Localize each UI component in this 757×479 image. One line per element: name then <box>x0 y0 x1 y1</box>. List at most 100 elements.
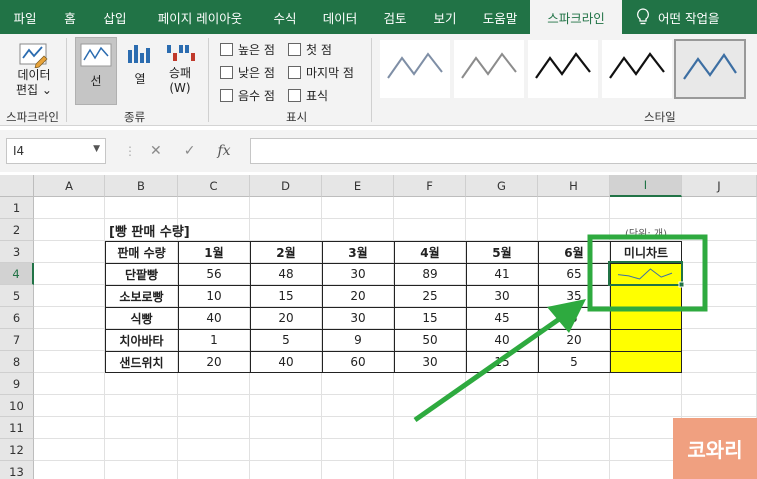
chk-high-point[interactable]: 높은 점 <box>220 41 275 58</box>
sheet-title[interactable]: [빵 판매 수량] <box>105 219 305 241</box>
table-header-cell[interactable]: 6월 <box>538 241 610 263</box>
table-cell[interactable]: 10 <box>178 285 250 307</box>
table-cell[interactable]: 48 <box>250 263 322 285</box>
type-line-button[interactable]: 선 <box>75 37 117 105</box>
chk-markers[interactable]: 표식 <box>288 87 328 104</box>
tab-view[interactable]: 보기 <box>420 0 470 34</box>
tab-file[interactable]: 파일 <box>0 0 50 34</box>
row-header-2[interactable]: 2 <box>0 219 34 241</box>
table-cell[interactable]: 1 <box>178 329 250 351</box>
type-column-button[interactable]: 열 <box>120 40 160 108</box>
tab-home[interactable]: 홈 <box>50 0 90 34</box>
table-header-cell[interactable]: 1월 <box>178 241 250 263</box>
chk-first-point[interactable]: 첫 점 <box>288 41 332 58</box>
table-row-label[interactable]: 샌드위치 <box>105 351 178 373</box>
column-header-J[interactable]: J <box>682 175 757 197</box>
column-header-B[interactable]: B <box>105 175 178 197</box>
chk-low-point[interactable]: 낮은 점 <box>220 64 275 81</box>
table-cell[interactable]: 5 <box>538 351 610 373</box>
table-cell[interactable]: 15 <box>250 285 322 307</box>
tab-formulas[interactable]: 수식 <box>260 0 310 34</box>
row-header-4[interactable]: 4 <box>0 263 34 285</box>
column-header-H[interactable]: H <box>538 175 610 197</box>
table-cell[interactable]: 20 <box>538 329 610 351</box>
sparkline-style-1[interactable] <box>380 40 450 98</box>
sparkline-style-4[interactable] <box>602 40 672 98</box>
table-header-cell[interactable]: 미니차트 <box>610 241 682 263</box>
table-row-label[interactable]: 소보로빵 <box>105 285 178 307</box>
table-cell[interactable]: 15 <box>394 307 466 329</box>
table-cell[interactable]: 41 <box>466 263 538 285</box>
row-header-10[interactable]: 10 <box>0 395 34 417</box>
row-header-11[interactable]: 11 <box>0 417 34 439</box>
column-header-C[interactable]: C <box>178 175 250 197</box>
table-cell[interactable]: 89 <box>394 263 466 285</box>
column-header-G[interactable]: G <box>466 175 538 197</box>
table-cell[interactable]: 40 <box>250 351 322 373</box>
row-header-9[interactable]: 9 <box>0 373 34 395</box>
sparkline-style-3[interactable] <box>528 40 598 98</box>
table-header-cell[interactable]: 5월 <box>466 241 538 263</box>
chk-negative-point[interactable]: 음수 점 <box>220 87 275 104</box>
table-cell[interactable]: 5 <box>250 329 322 351</box>
table-cell[interactable]: 5 <box>538 307 610 329</box>
table-cell[interactable]: 30 <box>466 285 538 307</box>
table-cell[interactable]: 50 <box>394 329 466 351</box>
table-header-cell[interactable]: 4월 <box>394 241 466 263</box>
edit-data-button[interactable]: 데이터 편집 ⌄ <box>10 40 58 108</box>
row-header-3[interactable]: 3 <box>0 241 34 263</box>
column-header-A[interactable]: A <box>34 175 105 197</box>
row-header-12[interactable]: 12 <box>0 439 34 461</box>
table-header-cell[interactable]: 2월 <box>250 241 322 263</box>
row-header-7[interactable]: 7 <box>0 329 34 351</box>
table-cell[interactable]: 35 <box>538 285 610 307</box>
row-header-6[interactable]: 6 <box>0 307 34 329</box>
table-cell[interactable]: 45 <box>466 307 538 329</box>
name-box[interactable]: I4 ▼ <box>6 138 106 164</box>
sparkline-style-2[interactable] <box>454 40 524 98</box>
table-row-label[interactable]: 치아바타 <box>105 329 178 351</box>
table-row-label[interactable]: 단팥빵 <box>105 263 178 285</box>
chk-last-point[interactable]: 마지막 점 <box>288 64 354 81</box>
table-cell[interactable]: 9 <box>322 329 394 351</box>
row-header-5[interactable]: 5 <box>0 285 34 307</box>
cancel-icon[interactable]: ✕ <box>150 143 162 159</box>
sparkline-style-5-selected[interactable] <box>674 39 746 99</box>
table-cell[interactable]: 56 <box>178 263 250 285</box>
select-all-corner[interactable] <box>0 175 34 197</box>
table-cell[interactable]: 20 <box>322 285 394 307</box>
table-cell[interactable]: 60 <box>322 351 394 373</box>
column-header-E[interactable]: E <box>322 175 394 197</box>
table-cell[interactable]: 65 <box>538 263 610 285</box>
tab-insert[interactable]: 삽입 <box>90 0 140 34</box>
tab-page-layout[interactable]: 페이지 레이아웃 <box>140 0 260 34</box>
tab-review[interactable]: 검토 <box>370 0 420 34</box>
table-cell[interactable]: 40 <box>178 307 250 329</box>
column-header-D[interactable]: D <box>250 175 322 197</box>
row-header-13[interactable]: 13 <box>0 461 34 479</box>
table-cell[interactable]: 25 <box>394 285 466 307</box>
tell-me-search[interactable]: 어떤 작업을 <box>622 0 719 34</box>
table-row-label[interactable]: 식빵 <box>105 307 178 329</box>
formula-input[interactable] <box>250 138 757 164</box>
table-cell[interactable]: 20 <box>250 307 322 329</box>
row-header-1[interactable]: 1 <box>0 197 34 219</box>
table-header-cell[interactable]: 3월 <box>322 241 394 263</box>
column-header-F[interactable]: F <box>394 175 466 197</box>
table-cell[interactable]: 15 <box>466 351 538 373</box>
row-header-8[interactable]: 8 <box>0 351 34 373</box>
unit-note[interactable]: (단위: 개) <box>610 219 682 241</box>
table-cell[interactable]: 30 <box>394 351 466 373</box>
table-cell[interactable]: 30 <box>322 263 394 285</box>
table-cell[interactable]: 40 <box>466 329 538 351</box>
table-cell[interactable]: 20 <box>178 351 250 373</box>
insert-function-icon[interactable]: fx <box>217 143 230 159</box>
tab-help[interactable]: 도움말 <box>470 0 530 34</box>
type-winloss-button[interactable]: 승패 (W) <box>160 40 200 108</box>
tab-sparkline[interactable]: 스파크라인 <box>530 0 622 34</box>
column-header-I[interactable]: I <box>610 175 682 197</box>
tab-data[interactable]: 데이터 <box>310 0 370 34</box>
table-cell[interactable]: 30 <box>322 307 394 329</box>
enter-icon[interactable]: ✓ <box>184 143 196 159</box>
table-header-cell[interactable]: 판매 수량 <box>105 241 178 263</box>
